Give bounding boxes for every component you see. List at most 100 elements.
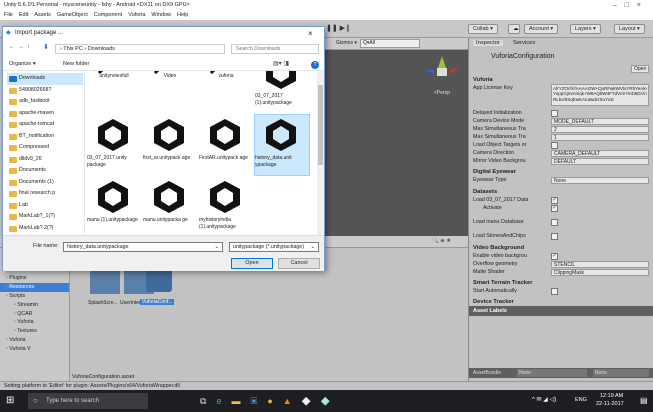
section-smart-terrain[interactable]: Smart Terrain Tracker — [473, 279, 533, 287]
max-images-field[interactable]: 2 — [551, 126, 649, 133]
store-icon[interactable]: ▣ — [250, 396, 267, 406]
start-automatically-checkbox[interactable] — [551, 288, 558, 295]
license-key-field[interactable]: AfrYZOr/////AAAAGW+QuRFwkWVtsYRhYeAleYup… — [551, 84, 649, 106]
window-controls[interactable]: –□× — [613, 0, 649, 11]
enable-video-checkbox[interactable]: ✓ — [551, 253, 558, 260]
camera-direction-select[interactable]: CAMERA_DEFAULT — [551, 150, 649, 157]
collab-button[interactable]: Collab ▾ — [468, 24, 498, 34]
cancel-button[interactable]: Cancel — [278, 258, 320, 269]
taskbar-search[interactable]: ○ Type here to search — [28, 393, 148, 409]
task-view-icon[interactable]: ⧉ — [200, 396, 216, 406]
tab-inspector[interactable]: Inspector — [473, 40, 503, 46]
assetbundle-variant-select[interactable]: None — [593, 369, 649, 377]
scene-gizmo[interactable] — [422, 52, 462, 88]
menu-item[interactable]: Help — [177, 12, 188, 18]
project-tree-item[interactable]: ▪ Vuforia V — [0, 345, 69, 354]
assetbundle-select[interactable]: None — [517, 369, 587, 377]
unity-icon[interactable]: ◆ — [302, 396, 321, 406]
vuforia-icon[interactable] — [146, 268, 172, 292]
nav-item[interactable]: 5490802668? — [7, 85, 83, 97]
section-digital-eyewear[interactable]: Digital Eyewear — [473, 168, 516, 176]
matte-shader-field[interactable]: ClippingMask — [551, 269, 649, 276]
windows-start-icon[interactable]: ⊞ — [6, 395, 14, 406]
project-tree-item[interactable]: ▪ Textures — [0, 327, 69, 336]
nav-item[interactable]: apache-tomcat — [7, 119, 83, 131]
scroll-thumb[interactable] — [318, 85, 323, 165]
menu-item[interactable]: GameObject — [57, 12, 88, 18]
layers-button[interactable]: Layers ▾ — [570, 24, 601, 34]
dataset-checkbox[interactable]: ✓ — [551, 197, 558, 204]
menu-item[interactable]: Vuforia — [128, 12, 145, 18]
activate-checkbox[interactable]: ✓ — [551, 205, 558, 212]
menu-item[interactable]: Window — [151, 12, 171, 18]
tab-services[interactable]: Services — [513, 40, 535, 46]
overflow-geometry-select[interactable]: STENCIL — [551, 261, 649, 268]
section-vuforia[interactable]: Vuforia — [473, 76, 493, 84]
nav-item[interactable]: Documents — [7, 165, 83, 177]
chrome-icon[interactable]: ● — [267, 396, 282, 406]
nav-item[interactable]: apache-maven — [7, 108, 83, 120]
mirror-video-select[interactable]: DEFAULT — [551, 158, 649, 165]
open-button[interactable]: Open — [231, 258, 273, 269]
project-tree-item[interactable]: ▪ Plugins — [0, 274, 69, 283]
app-icon[interactable]: ◆ — [321, 396, 340, 406]
asset-label[interactable]: SplashScre... — [88, 300, 118, 306]
nav-item[interactable]: Lab — [7, 200, 83, 212]
organize-button[interactable]: Organize ▾ — [9, 58, 36, 71]
cloud-icon[interactable]: ☁ — [508, 24, 520, 34]
file-explorer-icon[interactable]: ▬ — [231, 396, 250, 406]
project-tree-item[interactable]: ▪ Vuforia — [0, 318, 69, 327]
menu-item[interactable]: Edit — [19, 12, 28, 18]
clock-date[interactable]: 22-11-2017 — [596, 401, 624, 407]
account-button[interactable]: Account ▾ — [524, 24, 559, 34]
menu-item[interactable]: Assets — [34, 12, 51, 18]
project-tree-item[interactable]: ▪ QCAR — [0, 310, 69, 319]
camera-mode-select[interactable]: MODE_DEFAULT — [551, 118, 649, 125]
help-icon[interactable]: ? — [311, 61, 319, 69]
edge-icon[interactable]: e — [216, 396, 231, 406]
project-tree-item[interactable]: ▪ Vuforia — [0, 336, 69, 345]
nav-item[interactable]: final research p — [7, 188, 83, 200]
new-folder-button[interactable]: New folder — [63, 58, 89, 71]
delayed-init-checkbox[interactable] — [551, 110, 558, 117]
eyewear-type-select[interactable]: None — [551, 177, 649, 184]
clock-time[interactable]: 12:19 AM — [600, 393, 623, 399]
menu-item[interactable]: Component — [94, 12, 122, 18]
file-list-scrollbar[interactable] — [317, 71, 324, 235]
section-datasets[interactable]: Datasets — [473, 188, 497, 196]
asset-label-selected[interactable]: VuforiaConf... — [140, 299, 175, 305]
taskbar-apps[interactable]: ⧉e▬▣●▲◆◆ — [200, 394, 360, 408]
close-icon[interactable]: × — [308, 27, 313, 40]
vlc-icon[interactable]: ▲ — [283, 396, 302, 406]
project-tree-item[interactable]: ▪ Resources — [0, 283, 69, 292]
address-bar[interactable]: › This PC › Downloads — [55, 44, 225, 54]
max-objects-field[interactable]: 1 — [551, 134, 649, 141]
section-device-tracker[interactable]: Device Tracker — [473, 298, 514, 306]
open-button[interactable]: Open — [631, 65, 650, 73]
dataset-checkbox[interactable] — [551, 233, 558, 240]
nav-item[interactable]: Downloads — [7, 73, 83, 85]
project-tree-item[interactable]: ▪ Streamin — [0, 301, 69, 310]
file-type-select[interactable]: unitypackage (*.unitypackage) ⌄ — [229, 242, 319, 252]
scene-search[interactable]: Q▾All — [360, 39, 420, 48]
section-video-background[interactable]: Video Background — [473, 244, 524, 252]
nav-item[interactable]: MarkLab? 2(?) — [7, 223, 83, 235]
nav-item[interactable]: BT_notification — [7, 131, 83, 143]
layout-button[interactable]: Layout ▾ — [614, 24, 645, 34]
file-item[interactable]: history_data.unit ypackage — [254, 114, 310, 176]
project-icons[interactable]: 🔍 ◈ ★ — [432, 238, 451, 244]
notification-icon[interactable]: ▤ — [640, 396, 648, 405]
nav-arrows-icon[interactable]: ←→↑ — [9, 44, 33, 50]
asset-thumb-splash[interactable] — [90, 270, 120, 294]
nav-item[interactable]: MarkLab?_1(?) — [7, 211, 83, 223]
asset-labels-header[interactable]: Asset Labels — [469, 306, 653, 316]
system-tray-icons[interactable]: ^ ✉ ◢ ◁) — [532, 396, 556, 403]
file-name-input[interactable]: history_data.unitypackage ⌄ — [63, 242, 223, 252]
view-options-icon[interactable]: ▤▾ ◨ — [273, 58, 289, 71]
nav-item[interactable]: Compressed — [7, 142, 83, 154]
project-tree-item[interactable]: ▪ Scripts — [0, 292, 69, 301]
nav-item[interactable]: dlldv9_26 — [7, 154, 83, 166]
load-object-targets-checkbox[interactable] — [551, 142, 558, 149]
nav-item[interactable]: Documents (1) — [7, 177, 83, 189]
language-indicator[interactable]: ENG — [575, 397, 587, 403]
